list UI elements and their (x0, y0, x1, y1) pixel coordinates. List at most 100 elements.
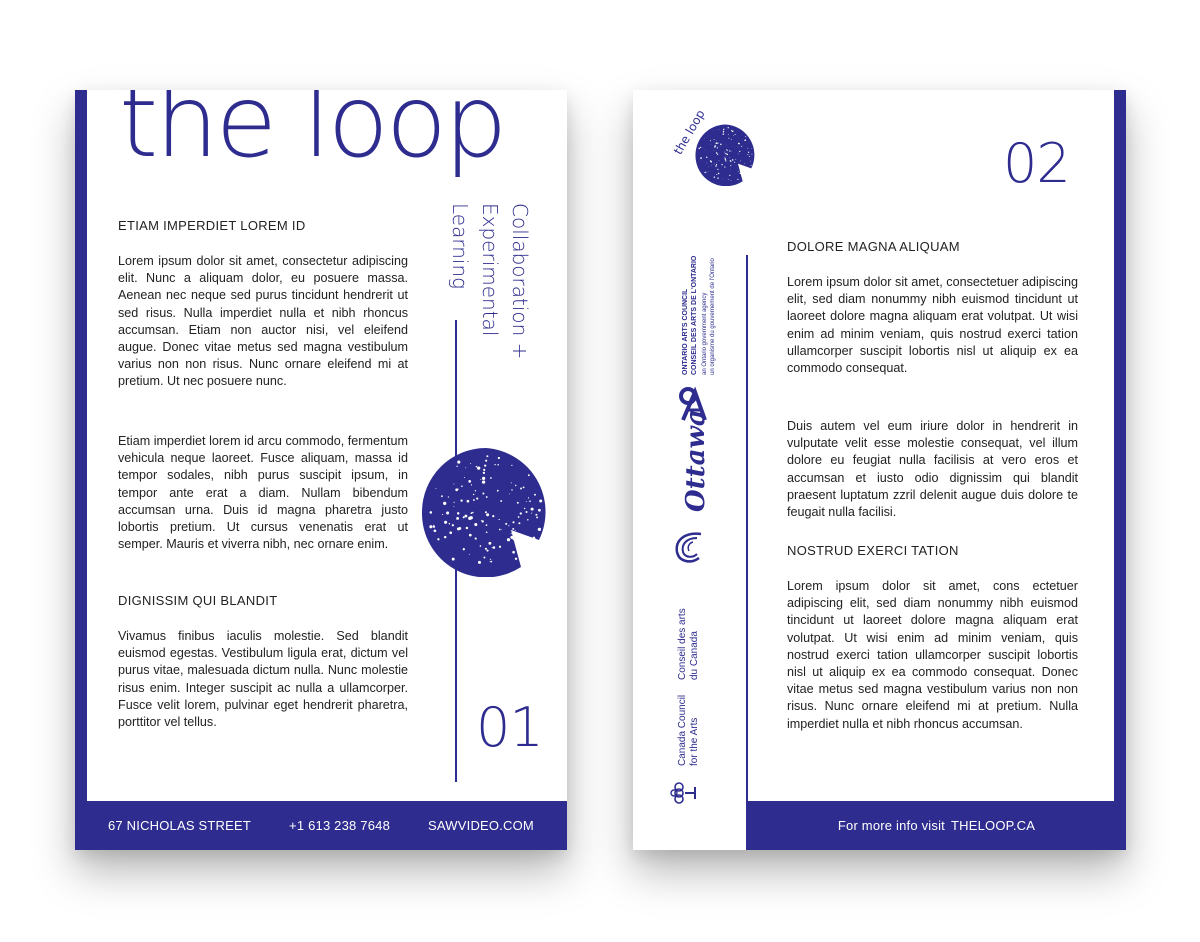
speckle (489, 561, 491, 563)
speckle (747, 148, 749, 149)
speckle (453, 501, 455, 503)
speckle (465, 467, 467, 469)
speckle (725, 160, 727, 162)
speckle (718, 160, 720, 161)
speckle (472, 511, 474, 514)
speckle (519, 512, 522, 515)
speckle (728, 134, 730, 136)
tagline-line-1: Collaboration + (508, 203, 532, 360)
speckle (514, 557, 518, 561)
footer-website[interactable]: THELOOP.CA (951, 818, 1035, 833)
speckle (498, 518, 500, 521)
body-paragraph: Vivamus finibus iaculis molestie. Sed bl… (118, 629, 408, 730)
speckle (490, 560, 493, 563)
speckle (706, 162, 708, 164)
speckle (721, 163, 723, 166)
flyer-page-02: the loop ONTARIO ARTS COUNCIL CONSEIL DE… (633, 90, 1126, 850)
speckle (532, 508, 534, 510)
speckle (429, 511, 433, 514)
speckle (713, 163, 715, 165)
speckle (453, 505, 455, 507)
speckle (484, 464, 487, 467)
speckle (498, 545, 502, 548)
speckle (473, 493, 475, 496)
speckle (737, 178, 739, 181)
speckle (443, 501, 447, 506)
speckle (731, 139, 732, 140)
speckle (447, 496, 450, 498)
speckle (740, 160, 742, 162)
speckle (730, 179, 732, 181)
speckle (433, 524, 435, 526)
speckle (726, 149, 728, 151)
body-paragraph: Lorem ipsum dolor sit amet, cons ectetue… (787, 579, 1078, 731)
speckle (744, 163, 745, 164)
speckle (481, 520, 484, 523)
speckle (500, 500, 503, 502)
section-heading-2: DIGNISSIM QUI BLANDIT (118, 593, 278, 608)
section-heading-2: NOSTRUD EXERCI TATION (787, 543, 959, 558)
speckle (429, 525, 433, 529)
speckle (494, 463, 496, 466)
speckle (745, 171, 747, 173)
speckle (750, 148, 752, 149)
speckle (727, 127, 729, 129)
speckle (488, 541, 492, 545)
speckle (724, 156, 726, 158)
speckle (486, 513, 490, 517)
speckle (481, 476, 486, 481)
speckle (715, 165, 717, 167)
canada-council-en-2: for the Arts (689, 717, 700, 766)
speckle (522, 486, 525, 489)
speckle (527, 474, 530, 477)
speckle (749, 155, 751, 157)
speckle (481, 480, 486, 484)
speckle (485, 531, 488, 534)
speckle (747, 154, 749, 156)
speckle (511, 489, 513, 491)
page-right-edge (1114, 90, 1126, 850)
oac-text-line-2: CONSEIL DES ARTS DE L'ONTARIO (691, 255, 698, 375)
cosmic-circle-logo (695, 124, 755, 186)
speckle (518, 545, 523, 550)
speckle (510, 533, 512, 535)
speckle (536, 516, 539, 519)
speckle (460, 499, 463, 502)
speckle (534, 493, 536, 496)
body-paragraph: Duis autem vel eum iriure dolor in hendr… (787, 419, 1078, 520)
speckle (497, 464, 499, 466)
speckle (491, 547, 493, 549)
vertical-tagline: Collaboration + Experimental Learning (445, 203, 535, 448)
sponsor-column: the loop ONTARIO ARTS COUNCIL CONSEIL DE… (633, 90, 755, 850)
speckle (456, 512, 460, 515)
speckle (462, 548, 465, 551)
speckle (724, 151, 726, 152)
speckle (729, 157, 731, 158)
speckle (713, 139, 715, 141)
speckle (485, 496, 488, 498)
footer-phone[interactable]: +1 613 238 7648 (289, 818, 390, 833)
speckle (525, 501, 527, 502)
speckle (492, 546, 496, 549)
speckle (539, 499, 543, 503)
speckle (482, 471, 486, 475)
footer-address: 67 NICHOLAS STREET (108, 818, 252, 833)
oac-text-line-3: an Ontario government agency (702, 292, 708, 375)
speckle (731, 130, 734, 133)
footer-website[interactable]: SAWVIDEO.COM (428, 818, 534, 833)
speckle (469, 516, 473, 520)
speckle (511, 464, 513, 466)
speckle (453, 483, 455, 485)
speckle (525, 511, 528, 513)
tagline-line-2: Experimental (478, 203, 502, 337)
speckle (724, 166, 726, 168)
speckle (470, 484, 473, 486)
speckle (729, 160, 732, 162)
footer-prefix: For more info visit (837, 818, 945, 833)
speckle (482, 492, 485, 495)
speckle (474, 522, 478, 527)
speckle (480, 479, 482, 481)
speckle (742, 168, 744, 170)
speckle (490, 477, 492, 479)
page-left-edge (75, 90, 87, 850)
